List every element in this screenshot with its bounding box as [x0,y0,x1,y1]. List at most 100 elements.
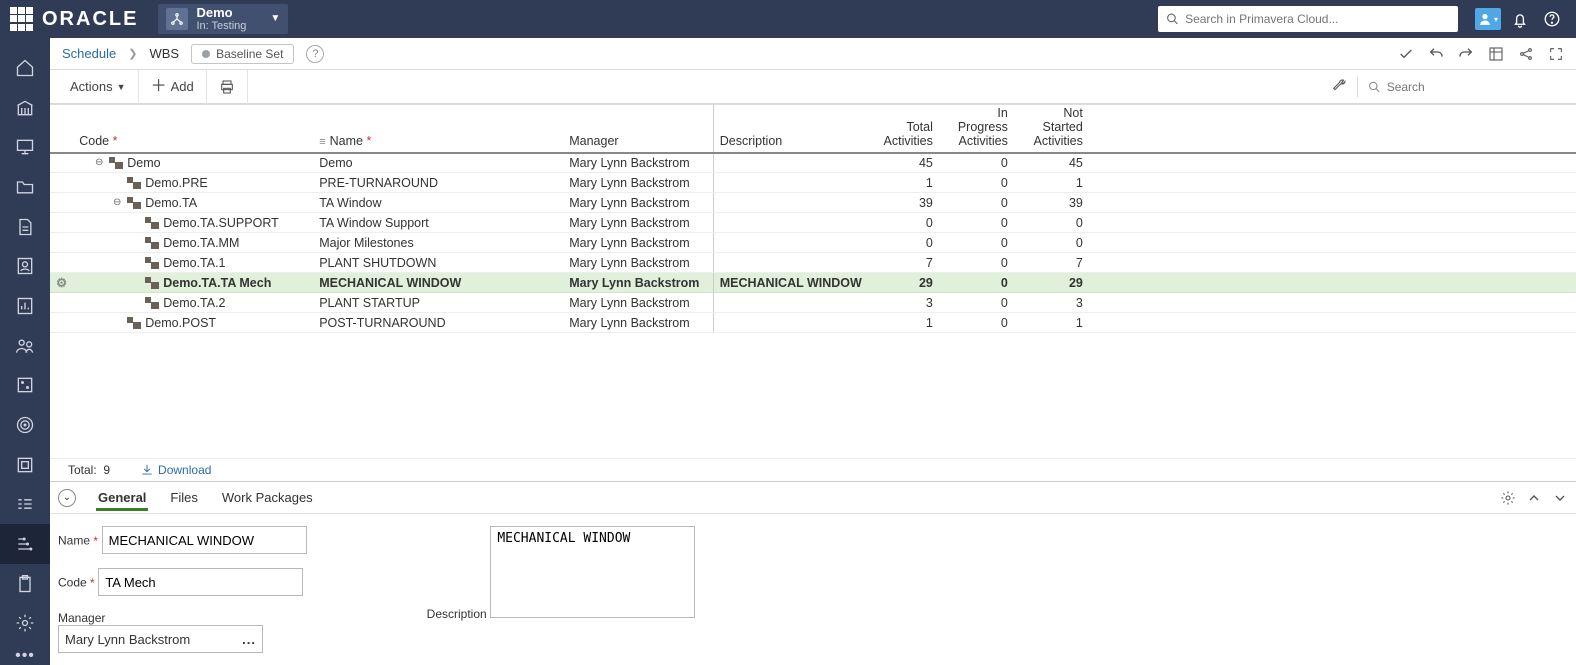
row-gear-cell[interactable] [50,293,73,313]
cell-code[interactable]: Demo.TA.MM [73,233,313,253]
cell-spacer[interactable] [1093,273,1576,293]
row-gear-cell[interactable] [50,193,73,213]
cell-description[interactable] [713,293,868,313]
cell-inprogress[interactable]: 0 [943,173,1018,193]
cell-description[interactable] [713,173,868,193]
cell-spacer[interactable] [1093,253,1576,273]
nav-home-icon[interactable] [0,48,50,88]
cell-manager[interactable]: Mary Lynn Backstrom [563,213,713,233]
cell-name[interactable]: Demo [313,153,563,173]
cell-total[interactable]: 3 [868,293,943,313]
cell-notstarted[interactable]: 3 [1018,293,1093,313]
context-help-icon[interactable]: ? [306,45,324,63]
cell-spacer[interactable] [1093,233,1576,253]
cell-notstarted[interactable]: 39 [1018,193,1093,213]
cell-manager[interactable]: Mary Lynn Backstrom [563,253,713,273]
cell-notstarted[interactable]: 7 [1018,253,1093,273]
actions-menu-button[interactable]: Actions ▼ [58,70,139,104]
row-gear-cell[interactable] [50,173,73,193]
cell-code[interactable]: Demo.PRE [73,173,313,193]
collapse-detail-icon[interactable]: ⌄ [58,489,76,507]
grid-settings-icon[interactable] [1488,46,1504,62]
share-icon[interactable] [1518,46,1534,62]
nav-settings-icon[interactable] [0,603,50,643]
cell-manager[interactable]: Mary Lynn Backstrom [563,313,713,333]
configure-button[interactable] [1331,77,1347,96]
cell-name[interactable]: PLANT SHUTDOWN [313,253,563,273]
cell-total[interactable]: 7 [868,253,943,273]
cell-total[interactable]: 0 [868,233,943,253]
baseline-chip[interactable]: Baseline Set [191,44,294,64]
cell-inprogress[interactable]: 0 [943,253,1018,273]
nav-wbs-icon[interactable] [0,524,50,564]
tab-general[interactable]: General [96,484,148,511]
cell-name[interactable]: TA Window Support [313,213,563,233]
chevron-down-icon[interactable] [1552,490,1568,506]
table-row[interactable]: Demo.TA.2PLANT STARTUPMary Lynn Backstro… [50,293,1576,313]
table-row[interactable]: Demo.TA.MMMajor MilestonesMary Lynn Back… [50,233,1576,253]
cell-notstarted[interactable]: 45 [1018,153,1093,173]
grid-search-input[interactable] [1387,80,1568,94]
cell-total[interactable]: 1 [868,313,943,333]
cell-inprogress[interactable]: 0 [943,313,1018,333]
cell-spacer[interactable] [1093,153,1576,173]
table-row[interactable]: Demo.POSTPOST-TURNAROUNDMary Lynn Backst… [50,313,1576,333]
cell-name[interactable]: TA Window [313,193,563,213]
col-manager[interactable]: Manager [563,105,713,153]
col-code[interactable]: Code [73,105,313,153]
cell-total[interactable]: 0 [868,213,943,233]
table-row[interactable]: Demo.TA.SUPPORTTA Window SupportMary Lyn… [50,213,1576,233]
redo-icon[interactable] [1458,46,1474,62]
download-link[interactable]: Download [140,463,211,477]
input-name[interactable] [102,526,307,554]
cell-manager[interactable]: Mary Lynn Backstrom [563,153,713,173]
nav-contacts-icon[interactable] [0,246,50,286]
cell-inprogress[interactable]: 0 [943,293,1018,313]
grid-search[interactable] [1368,80,1568,94]
cell-code[interactable]: Demo.TA.TA Mech [73,273,313,293]
collapse-icon[interactable]: ⊖ [93,157,105,168]
cell-description[interactable] [713,213,868,233]
row-gear-cell[interactable] [50,213,73,233]
input-code[interactable] [98,568,303,596]
cell-description[interactable] [713,253,868,273]
gear-icon[interactable]: ⚙ [56,276,67,290]
col-description[interactable]: Description [713,105,868,153]
cell-name[interactable]: Major Milestones [313,233,563,253]
row-gear-cell[interactable] [50,313,73,333]
cell-code[interactable]: Demo.TA.2 [73,293,313,313]
nav-document-icon[interactable] [0,207,50,247]
user-menu-button[interactable]: ▾ [1474,5,1502,33]
row-gear-cell[interactable] [50,253,73,273]
table-row[interactable]: Demo.TA.1PLANT SHUTDOWNMary Lynn Backstr… [50,253,1576,273]
cell-inprogress[interactable]: 0 [943,273,1018,293]
nav-list-icon[interactable] [0,484,50,524]
apps-grid-icon[interactable] [10,7,34,31]
textarea-description[interactable]: MECHANICAL WINDOW [490,526,695,618]
help-icon[interactable] [1538,5,1566,33]
col-notstarted[interactable]: Not Started Activities [1018,105,1093,153]
cell-spacer[interactable] [1093,293,1576,313]
cell-inprogress[interactable]: 0 [943,213,1018,233]
print-button[interactable] [207,70,248,104]
nav-monitor-icon[interactable] [0,127,50,167]
nav-clipboard-icon[interactable] [0,564,50,604]
table-row[interactable]: ⊖DemoDemoMary Lynn Backstrom45045 [50,153,1576,173]
cell-manager[interactable]: Mary Lynn Backstrom [563,233,713,253]
cell-notstarted[interactable]: 1 [1018,313,1093,333]
table-row[interactable]: Demo.PREPRE-TURNAROUNDMary Lynn Backstro… [50,173,1576,193]
cell-total[interactable]: 29 [868,273,943,293]
cell-spacer[interactable] [1093,173,1576,193]
cell-inprogress[interactable]: 0 [943,233,1018,253]
row-gear-cell[interactable] [50,233,73,253]
fullscreen-icon[interactable] [1548,46,1564,62]
detail-settings-icon[interactable] [1500,490,1516,506]
cell-notstarted[interactable]: 0 [1018,233,1093,253]
cell-code[interactable]: Demo.TA.SUPPORT [73,213,313,233]
nav-report-icon[interactable] [0,286,50,326]
col-total[interactable]: Total Activities [868,105,943,153]
picker-manager[interactable]: Mary Lynn Backstrom ... [58,625,263,653]
nav-target-icon[interactable] [0,405,50,445]
nav-folder-icon[interactable] [0,167,50,207]
cell-manager[interactable]: Mary Lynn Backstrom [563,293,713,313]
